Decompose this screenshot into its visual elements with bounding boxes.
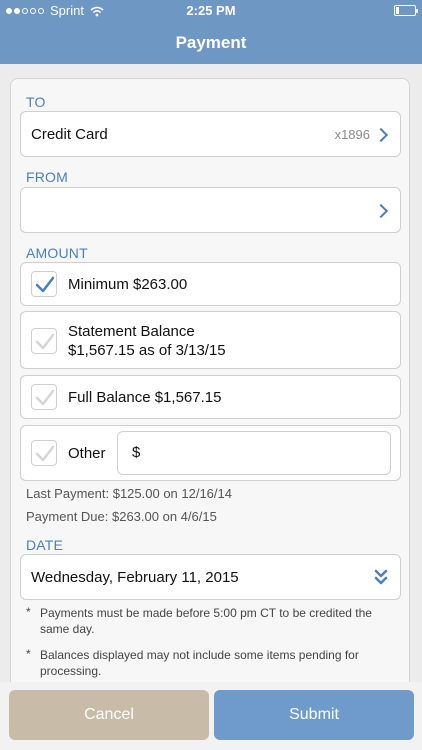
- amount-option-label: Full Balance $1,567.15: [68, 389, 222, 406]
- amount-option-label: Statement Balance: [68, 323, 195, 340]
- page-title: Payment: [175, 33, 247, 52]
- amount-option-label: Other: [68, 445, 106, 462]
- top-bar: Sprint 2:25 PM Payment: [0, 0, 422, 64]
- currency-symbol: $: [132, 444, 141, 461]
- checkbox-other[interactable]: [31, 440, 57, 466]
- date-label: DATE: [26, 537, 64, 553]
- amount-option-minimum[interactable]: Minimum $263.00: [20, 262, 401, 306]
- checkmark-icon: [35, 276, 55, 293]
- note-marker: *: [26, 647, 31, 661]
- to-account-suffix: x1896: [334, 127, 370, 142]
- chevron-right-icon: [373, 203, 389, 219]
- checkmark-icon: [35, 389, 55, 406]
- to-label: TO: [26, 94, 46, 110]
- amount-option-statement-balance[interactable]: Statement Balance $1,567.15 as of 3/13/1…: [20, 311, 401, 369]
- last-payment-text: Last Payment: $125.00 on 12/16/14: [26, 486, 232, 501]
- amount-option-other[interactable]: Other $: [20, 425, 401, 481]
- to-account-name: Credit Card: [31, 126, 108, 143]
- date-picker[interactable]: Wednesday, February 11, 2015: [20, 554, 401, 600]
- note-text: Balances displayed may not include some …: [40, 648, 359, 678]
- other-amount-input[interactable]: $: [117, 431, 391, 475]
- checkbox-full-balance[interactable]: [31, 384, 57, 410]
- payment-due-text: Payment Due: $263.00 on 4/6/15: [26, 509, 217, 524]
- status-bar: Sprint 2:25 PM: [0, 0, 422, 22]
- battery-icon: [394, 5, 418, 16]
- checkbox-statement-balance[interactable]: [31, 328, 57, 354]
- status-time: 2:25 PM: [186, 3, 236, 18]
- checkmark-icon: [35, 445, 55, 462]
- note-text: Payments must be made before 5:00 pm CT …: [40, 606, 372, 636]
- amount-option-label: Minimum $263.00: [68, 276, 188, 293]
- amount-label: AMOUNT: [26, 245, 88, 261]
- action-bar: Cancel Submit: [0, 682, 422, 750]
- cancel-button[interactable]: Cancel: [9, 690, 209, 740]
- chevron-right-icon: [373, 127, 389, 143]
- from-label: FROM: [26, 169, 69, 185]
- date-value: Wednesday, February 11, 2015: [31, 569, 239, 586]
- checkbox-minimum[interactable]: [31, 271, 57, 297]
- payment-screen: Sprint 2:25 PM Payment TO Credit Card x1…: [0, 0, 422, 750]
- amount-option-full-balance[interactable]: Full Balance $1,567.15: [20, 375, 401, 419]
- note-marker: *: [26, 605, 31, 619]
- checkmark-icon: [35, 333, 55, 350]
- from-account-select[interactable]: [20, 187, 401, 233]
- to-account-select[interactable]: Credit Card x1896: [20, 111, 401, 157]
- submit-button[interactable]: Submit: [214, 690, 414, 740]
- double-chevron-down-icon: [374, 569, 388, 585]
- amount-option-sublabel: $1,567.15 as of 3/13/15: [68, 342, 226, 359]
